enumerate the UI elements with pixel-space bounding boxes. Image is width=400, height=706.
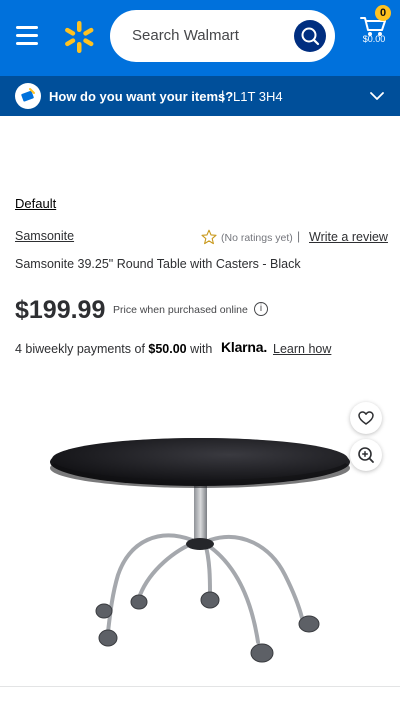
info-icon[interactable]: i: [254, 302, 268, 316]
zoom-in-icon: [358, 447, 374, 463]
favorite-button[interactable]: [350, 402, 382, 434]
heart-icon: [358, 411, 374, 425]
search-bar[interactable]: Search Walmart: [110, 10, 335, 62]
price-note: Price when purchased online: [113, 304, 248, 316]
delivery-icon: [15, 83, 41, 109]
zoom-button[interactable]: [350, 439, 382, 471]
search-button[interactable]: [294, 20, 326, 52]
variant-link[interactable]: Default: [15, 196, 56, 211]
product-title: Samsonite 39.25" Round Table with Caster…: [15, 257, 301, 271]
chevron-down-icon[interactable]: [369, 89, 385, 103]
write-review-link[interactable]: Write a review: [309, 230, 388, 244]
hamburger-menu-icon[interactable]: [16, 26, 40, 45]
delivery-question: How do you want your items?: [49, 89, 234, 104]
payments-amount: $50.00: [148, 342, 187, 356]
payments-prefix: 4 biweekly payments of: [15, 342, 149, 356]
rating-text: (No ratings yet): [221, 232, 293, 244]
cart-total: $0.00: [362, 34, 386, 44]
divider: [0, 686, 400, 687]
product-price: $199.99: [15, 296, 106, 324]
brand-link[interactable]: Samsonite: [15, 229, 74, 243]
top-header: Search Walmart 0 $0.00: [0, 0, 400, 76]
klarna-logo: Klarna.: [221, 339, 268, 355]
rating-separator: |: [297, 229, 301, 243]
search-input[interactable]: Search Walmart: [132, 27, 239, 44]
delivery-bar[interactable]: How do you want your items? | L1T 3H4: [0, 76, 400, 116]
cart-count-badge: 0: [375, 5, 391, 21]
product-image[interactable]: [0, 380, 400, 686]
walmart-spark-icon[interactable]: [62, 20, 96, 54]
star-outline-icon: [201, 229, 217, 245]
payments-suffix: with: [186, 342, 213, 356]
search-icon: [301, 27, 320, 46]
postal-code: L1T 3H4: [233, 89, 283, 104]
learn-how-link[interactable]: Learn how: [273, 342, 331, 356]
delivery-separator: |: [221, 88, 225, 103]
payments-text: 4 biweekly payments of $50.00 with: [15, 342, 212, 356]
